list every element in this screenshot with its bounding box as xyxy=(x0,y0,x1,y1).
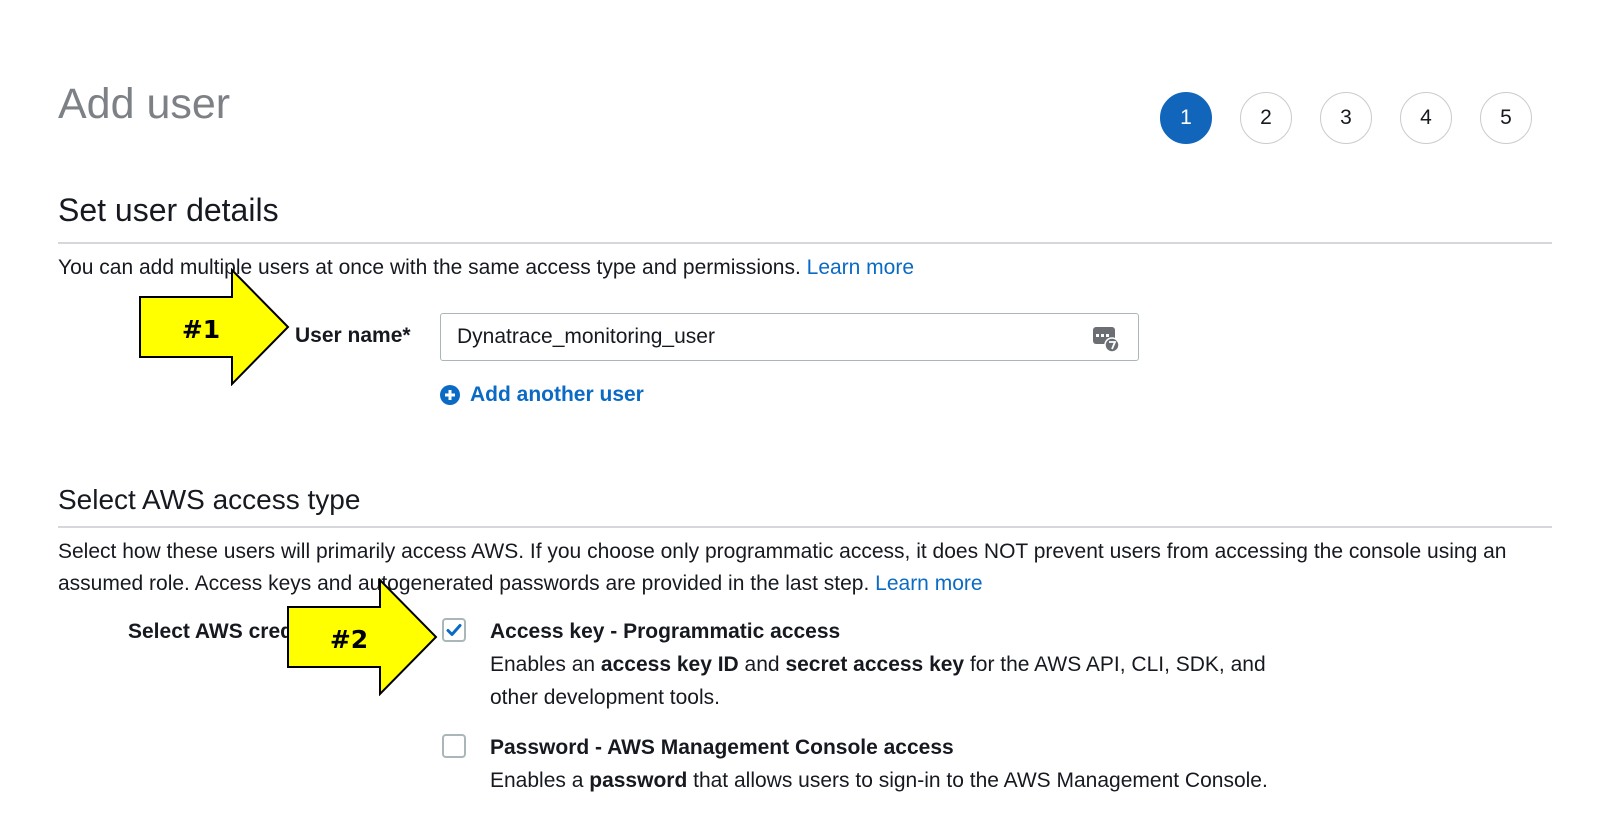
desc-text: Enables a xyxy=(490,769,590,792)
access-description: Select how these users will primarily ac… xyxy=(58,536,1552,600)
desc-bold: secret access key xyxy=(785,653,965,676)
step-1[interactable]: 1 xyxy=(1160,92,1212,144)
page-title: Add user xyxy=(58,80,231,128)
password-option-title: Password - AWS Management Console access xyxy=(490,736,954,759)
add-another-user-label: Add another user xyxy=(470,383,644,406)
desc-text: that allows users to sign-in to the AWS … xyxy=(687,769,1268,792)
set-user-details-heading: Set user details xyxy=(58,192,279,228)
user-name-input[interactable]: Dynatrace_monitoring_user xyxy=(440,313,1139,361)
annotation-arrow-1: #1 xyxy=(139,268,290,386)
desc-text: Enables an xyxy=(490,653,601,676)
user-name-value: Dynatrace_monitoring_user xyxy=(457,325,715,348)
access-learn-more-link[interactable]: Learn more xyxy=(875,572,982,595)
step-4[interactable]: 4 xyxy=(1400,92,1452,144)
step-5[interactable]: 5 xyxy=(1480,92,1532,144)
keyboard-icon[interactable] xyxy=(1092,325,1120,353)
annotation-arrow-2: #2 xyxy=(287,578,438,696)
divider xyxy=(58,242,1552,244)
annotation-1-label: #1 xyxy=(182,315,220,344)
access-key-option-desc: Enables an access key ID and secret acce… xyxy=(490,648,1310,714)
wizard-steps: 1 2 3 4 5 xyxy=(1160,92,1532,144)
annotation-2-label: #2 xyxy=(330,625,368,654)
access-type-heading: Select AWS access type xyxy=(58,484,361,515)
details-learn-more-link[interactable]: Learn more xyxy=(807,256,914,279)
step-2[interactable]: 2 xyxy=(1240,92,1292,144)
access-key-option-title: Access key - Programmatic access xyxy=(490,620,841,643)
desc-bold: access key ID xyxy=(600,653,739,676)
divider xyxy=(58,526,1552,528)
user-name-label: User name* xyxy=(295,324,411,347)
checkmark-icon xyxy=(446,624,462,636)
access-key-checkbox[interactable] xyxy=(442,618,466,642)
plus-circle-icon xyxy=(440,385,460,405)
add-another-user-link[interactable]: Add another user xyxy=(440,383,644,407)
password-checkbox[interactable] xyxy=(442,734,466,758)
desc-bold: password xyxy=(589,769,688,792)
password-option-desc: Enables a password that allows users to … xyxy=(490,764,1390,797)
desc-text: and xyxy=(738,653,786,676)
access-description-text: Select how these users will primarily ac… xyxy=(58,540,1507,595)
step-3[interactable]: 3 xyxy=(1320,92,1372,144)
